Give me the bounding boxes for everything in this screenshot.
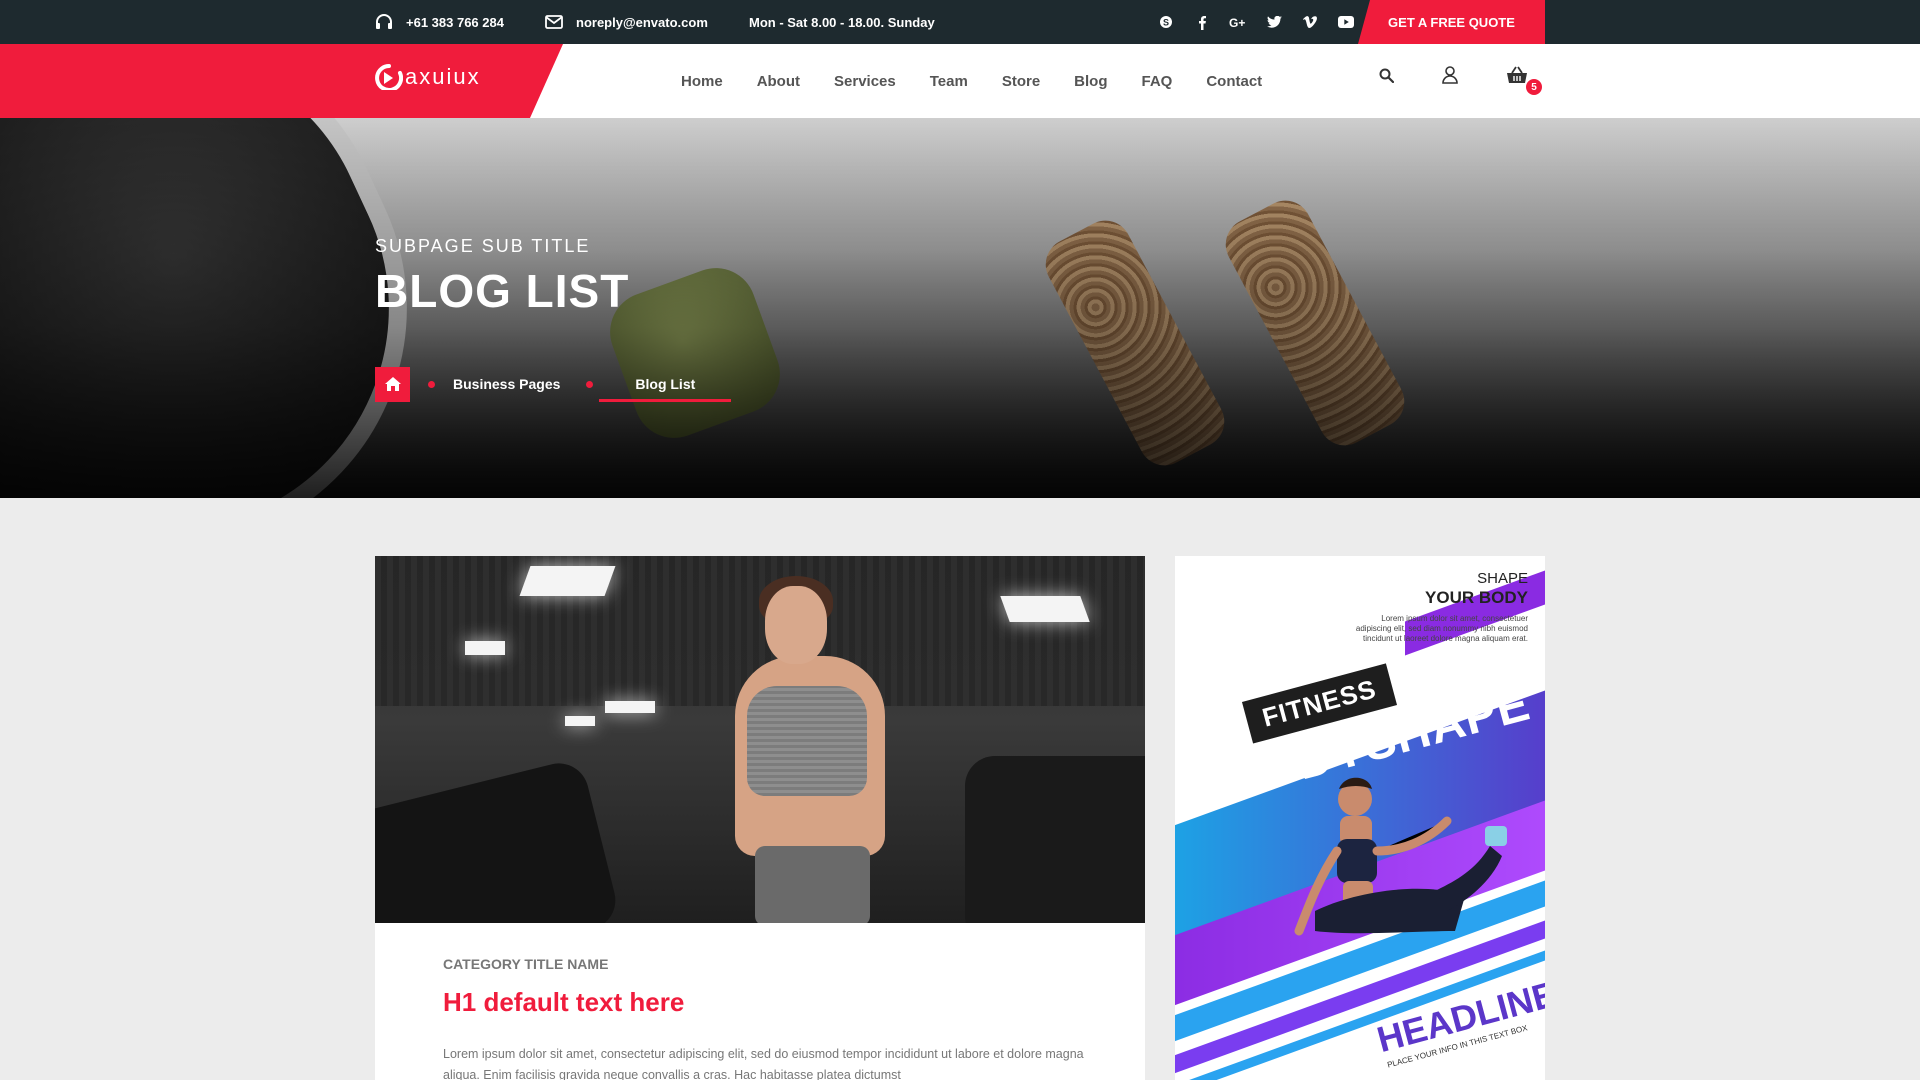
breadcrumb-separator (428, 380, 435, 388)
ceiling-light (565, 716, 595, 726)
get-quote-button[interactable]: GET A FREE QUOTE (1358, 0, 1545, 44)
breadcrumb-home[interactable] (375, 366, 410, 402)
hero-subtitle: SUBPAGE SUB TITLE (375, 236, 591, 256)
ceiling-light (519, 566, 616, 596)
runner-face (765, 586, 827, 664)
envelope-icon (545, 15, 563, 29)
post-title[interactable]: H1 default text here (443, 987, 684, 1018)
opening-hours: Mon - Sat 8.00 - 18.00. Sunday (749, 0, 935, 44)
breadcrumb: Business Pages Blog List (375, 366, 732, 402)
headset-icon (376, 14, 392, 29)
top-bar: +61 383 766 284 noreply@envato.com Mon -… (0, 0, 1920, 44)
runner-pants (755, 846, 870, 923)
gym-machine (965, 756, 1145, 923)
menu-item-team[interactable]: Team (930, 73, 968, 90)
post-category[interactable]: CATEGORY TITLE NAME (443, 956, 608, 972)
blog-post-card[interactable]: CATEGORY TITLE NAME H1 default text here… (375, 556, 1145, 1080)
menu-item-faq[interactable]: FAQ (1142, 73, 1173, 90)
breadcrumb-separator (586, 380, 594, 388)
home-icon (384, 377, 401, 391)
breadcrumb-current: Blog List (599, 366, 732, 402)
ceiling-light (1000, 596, 1090, 622)
ceiling-light (465, 641, 505, 655)
youtube-icon[interactable] (1328, 16, 1364, 28)
page-hero: SUBPAGE SUB TITLE BLOG LIST Business Pag… (0, 118, 1920, 498)
email-contact[interactable]: noreply@envato.com (545, 0, 708, 44)
menu-item-home[interactable]: Home (681, 73, 723, 90)
svg-text:S: S (1163, 18, 1169, 28)
logo-text: axuiux (405, 64, 481, 89)
post-excerpt: Lorem ipsum dolor sit amet, consectetur … (443, 1047, 1084, 1080)
google-plus-icon[interactable]: G+ (1220, 16, 1256, 28)
svg-text:G+: G+ (1229, 16, 1245, 28)
social-links: S G+ (1148, 0, 1364, 44)
menu-item-contact[interactable]: Contact (1206, 73, 1262, 90)
site-logo[interactable]: axuiux (375, 64, 481, 90)
runner-top (747, 686, 867, 796)
hours-text: Mon - Sat 8.00 - 18.00. Sunday (749, 14, 935, 30)
search-icon[interactable] (1379, 68, 1395, 88)
main-menu: Home About Services Team Store Blog FAQ … (681, 44, 1296, 118)
twitter-icon[interactable] (1256, 16, 1292, 28)
ad-your-body-text: YOUR BODY (1425, 588, 1528, 607)
email-address: noreply@envato.com (576, 14, 708, 30)
menu-item-about[interactable]: About (757, 73, 800, 90)
sidebar-ad-banner[interactable]: SHAPE YOUR BODY Lorem ipsum dolor sit am… (1175, 556, 1545, 1080)
facebook-icon[interactable] (1184, 15, 1220, 30)
breadcrumb-business-pages[interactable]: Business Pages (453, 376, 560, 392)
hero-overlay (0, 118, 1920, 498)
ad-blurb: Lorem ipsum dolor sit amet, consectetuer… (1355, 614, 1528, 643)
phone-contact[interactable]: +61 383 766 284 (375, 0, 504, 44)
ad-model-image (1294, 777, 1507, 936)
cart-count-badge: 5 (1526, 79, 1542, 95)
menu-item-services[interactable]: Services (834, 73, 896, 90)
user-icon[interactable] (1442, 66, 1458, 89)
vimeo-icon[interactable] (1292, 16, 1328, 28)
page-title: BLOG LIST (375, 265, 630, 317)
logo-mark-icon (375, 64, 403, 90)
menu-item-store[interactable]: Store (1002, 73, 1040, 90)
skype-icon[interactable]: S (1148, 15, 1184, 29)
main-navbar: axuiux Home About Services Team Store Bl… (0, 44, 1920, 118)
menu-item-blog[interactable]: Blog (1074, 73, 1107, 90)
shopping-basket-icon[interactable] (1506, 66, 1528, 89)
treadmill (375, 757, 622, 923)
blog-post-image[interactable] (375, 556, 1145, 923)
ceiling-light (605, 701, 655, 713)
ad-shape-text: SHAPE (1477, 570, 1528, 587)
phone-number: +61 383 766 284 (406, 14, 504, 30)
